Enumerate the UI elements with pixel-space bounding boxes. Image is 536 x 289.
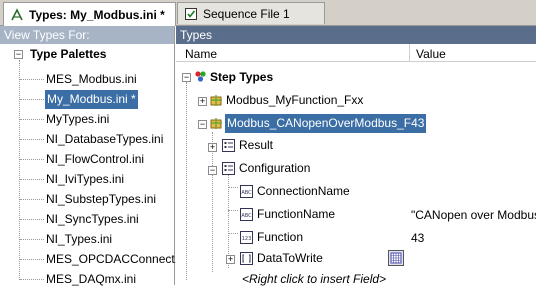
column-header-value[interactable]: Value (416, 47, 446, 61)
tab-label: Types: My_Modbus.ini * (29, 7, 165, 22)
value-function[interactable]: 43 (411, 231, 424, 245)
tree-line (20, 159, 44, 160)
palette-item[interactable]: NI_SubstepTypes.ini (46, 190, 156, 209)
column-separator (409, 44, 410, 62)
tab-sequence-file-1[interactable]: Sequence File 1 (177, 2, 325, 24)
insert-field-hint[interactable]: <Right click to insert Field> (242, 270, 386, 289)
palette-item[interactable]: MES_OPCDACConnect.ini (46, 250, 190, 269)
types-column-header: Name Value (176, 44, 536, 62)
tree-line (20, 179, 44, 180)
svg-text:ABC: ABC (241, 213, 252, 219)
palette-item[interactable]: NI_FlowControl.ini (46, 150, 144, 169)
document-tab-bar: Types: My_Modbus.ini * Sequence File 1 (0, 0, 536, 26)
step-types-node[interactable]: Step Types (210, 68, 273, 87)
container-icon (222, 139, 235, 152)
field-configuration[interactable]: Configuration (239, 159, 310, 178)
palette-item[interactable]: MES_DAQmx.ini (46, 270, 136, 289)
tree-root-type-palettes[interactable]: Type Palettes (30, 45, 106, 64)
tree-line (20, 259, 44, 260)
calendar-icon[interactable] (388, 250, 404, 266)
collapse-toggle[interactable]: − (182, 73, 191, 82)
field-function-name[interactable]: FunctionName (257, 205, 335, 224)
palette-item[interactable]: NI_Types.ini (46, 230, 112, 249)
palette-item[interactable]: MES_Modbus.ini (46, 70, 137, 89)
string-icon: ABC (240, 208, 253, 221)
types-file-icon (10, 7, 24, 22)
tree-line (212, 132, 213, 272)
collapse-toggle[interactable]: − (14, 50, 23, 59)
tree-line (20, 239, 44, 240)
step-type-modbus-canopenovermodbus-f43[interactable]: Modbus_CANopenOverModbus_F43 (225, 114, 427, 133)
svg-text:ABC: ABC (241, 190, 252, 196)
step-type-modbus-myfunction-fxx[interactable]: Modbus_MyFunction_Fxx (226, 91, 363, 110)
tab-label: Sequence File 1 (203, 6, 290, 21)
tree-line (20, 199, 44, 200)
tree-line (20, 79, 44, 80)
container-icon (222, 162, 235, 175)
number-icon: 123 (240, 231, 253, 244)
sequence-file-icon (184, 7, 198, 21)
view-types-header: View Types For: (0, 26, 174, 44)
collapse-toggle[interactable]: − (198, 120, 207, 129)
types-header: Types (176, 26, 536, 44)
palette-item[interactable]: NI_DatabaseTypes.ini (46, 130, 163, 149)
array-icon (240, 252, 253, 265)
string-icon: ABC (240, 185, 253, 198)
field-function[interactable]: Function (257, 228, 303, 247)
palette-item-selected[interactable]: My_Modbus.ini * (45, 90, 138, 109)
tree-line (228, 187, 238, 188)
tree-line (20, 99, 44, 100)
field-data-to-write[interactable]: DataToWrite (257, 249, 323, 268)
value-function-name[interactable]: "CANopen over Modbus" (411, 208, 536, 222)
svg-text:123: 123 (242, 236, 252, 242)
palette-item[interactable]: MyTypes.ini (46, 110, 109, 129)
tree-line (20, 279, 44, 280)
tree-line (19, 60, 20, 280)
types-panel: Types Name Value − Step Types + Modbus_M… (176, 26, 536, 286)
expand-toggle[interactable]: + (198, 97, 207, 106)
field-connection-name[interactable]: ConnectionName (257, 182, 350, 201)
step-type-icon (210, 95, 222, 106)
palette-item[interactable]: NI_IviTypes.ini (46, 170, 124, 189)
step-types-icon (195, 71, 206, 82)
expand-toggle[interactable]: + (226, 255, 235, 264)
tree-line (228, 210, 238, 211)
tab-types-my-modbus[interactable]: Types: My_Modbus.ini * (3, 2, 176, 26)
palette-item[interactable]: NI_SyncTypes.ini (46, 210, 139, 229)
collapse-toggle[interactable]: − (208, 166, 217, 175)
view-types-panel: View Types For: − Type Palettes MES_Modb… (0, 26, 190, 286)
tree-line (186, 82, 187, 280)
step-type-icon (210, 118, 222, 129)
tree-line (20, 139, 44, 140)
field-result[interactable]: Result (239, 136, 273, 155)
column-header-name[interactable]: Name (185, 47, 217, 61)
expand-toggle[interactable]: + (208, 143, 217, 152)
tree-line (20, 219, 44, 220)
tree-line (20, 119, 44, 120)
tree-line (228, 233, 238, 234)
